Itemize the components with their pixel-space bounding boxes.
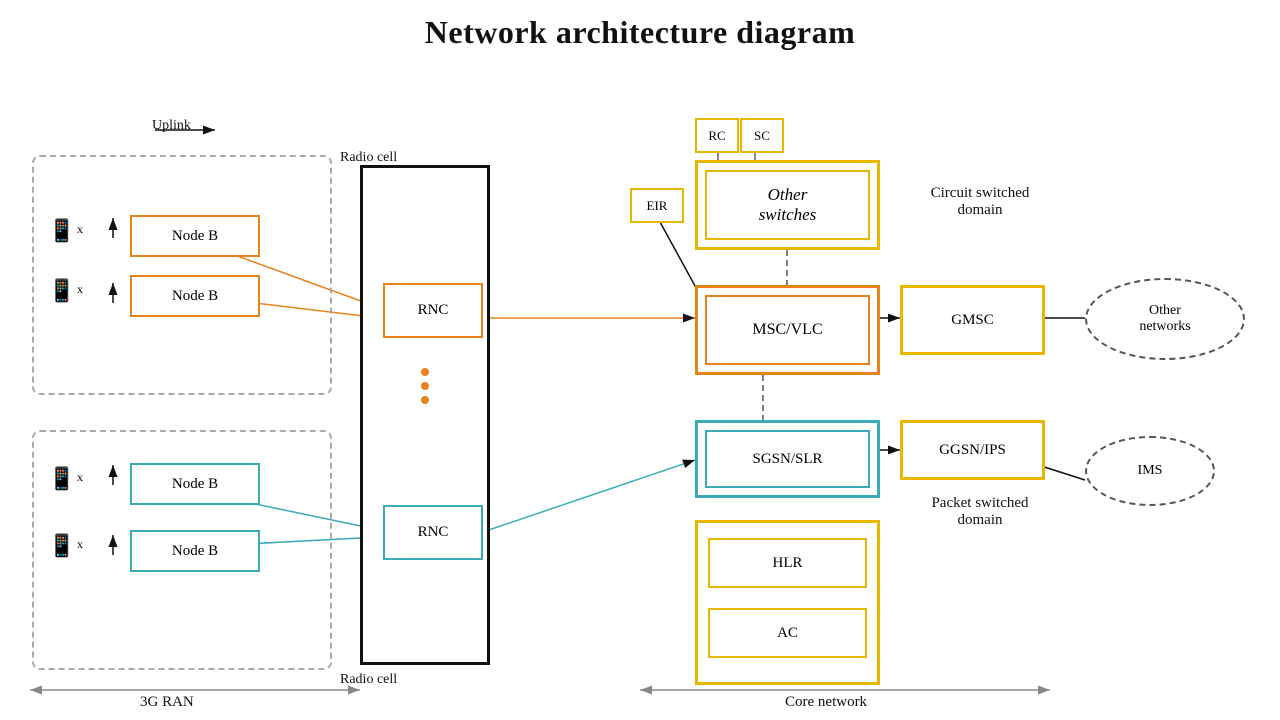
page-title: Network architecture diagram: [0, 0, 1280, 51]
rnc-2: RNC: [383, 505, 483, 560]
node-b-4: Node B: [130, 530, 260, 572]
packet-domain-label: Packet switcheddomain: [900, 495, 1060, 529]
phone-icon-4: 📱: [48, 533, 75, 559]
node-b-2: Node B: [130, 275, 260, 317]
hlr-ac-outer: HLR AC: [695, 520, 880, 685]
radio-cell-label-2: Radio cell: [340, 672, 397, 688]
rc-box: RC: [695, 118, 739, 153]
x-label-2: x: [77, 282, 83, 297]
node-b-1: Node B: [130, 215, 260, 257]
ims-label: IMS: [1138, 463, 1163, 479]
radio-tower-region: [360, 165, 490, 665]
circuit-domain-label: Circuit switcheddomain: [900, 185, 1060, 219]
phone-icon-2: 📱: [48, 278, 75, 304]
sgsn-slr-outer: SGSN/SLR: [695, 420, 880, 498]
ims-ellipse: IMS: [1085, 436, 1215, 506]
phone-icon-3: 📱: [48, 466, 75, 492]
other-switches-label: Otherswitches: [759, 185, 817, 225]
diagram-container: Network architecture diagram: [0, 0, 1280, 720]
msc-vlc-inner: MSC/VLC: [705, 295, 870, 365]
msc-vlc-outer: MSC/VLC: [695, 285, 880, 375]
ac-box: AC: [708, 608, 867, 658]
phone-icon-1: 📱: [48, 218, 75, 244]
ggsn-ips-box: GGSN/IPS: [900, 420, 1045, 480]
other-switches-inner: Otherswitches: [705, 170, 870, 240]
uplink-label: Uplink: [152, 118, 191, 134]
sc-box: SC: [740, 118, 784, 153]
other-networks-label: Othernetworks: [1139, 303, 1190, 335]
other-switches-outer: Otherswitches: [695, 160, 880, 250]
corenet-label: Core network: [785, 694, 867, 711]
node-b-3: Node B: [130, 463, 260, 505]
radio-cell-label-1: Radio cell: [340, 150, 397, 166]
3gran-label: 3G RAN: [140, 694, 194, 711]
gmsc-box: GMSC: [900, 285, 1045, 355]
x-label-4: x: [77, 537, 83, 552]
rnc-1: RNC: [383, 283, 483, 338]
hlr-box: HLR: [708, 538, 867, 588]
eir-box: EIR: [630, 188, 684, 223]
x-label-1: x: [77, 222, 83, 237]
other-networks-ellipse: Othernetworks: [1085, 278, 1245, 360]
x-label-3: x: [77, 470, 83, 485]
sgsn-slr-inner: SGSN/SLR: [705, 430, 870, 488]
